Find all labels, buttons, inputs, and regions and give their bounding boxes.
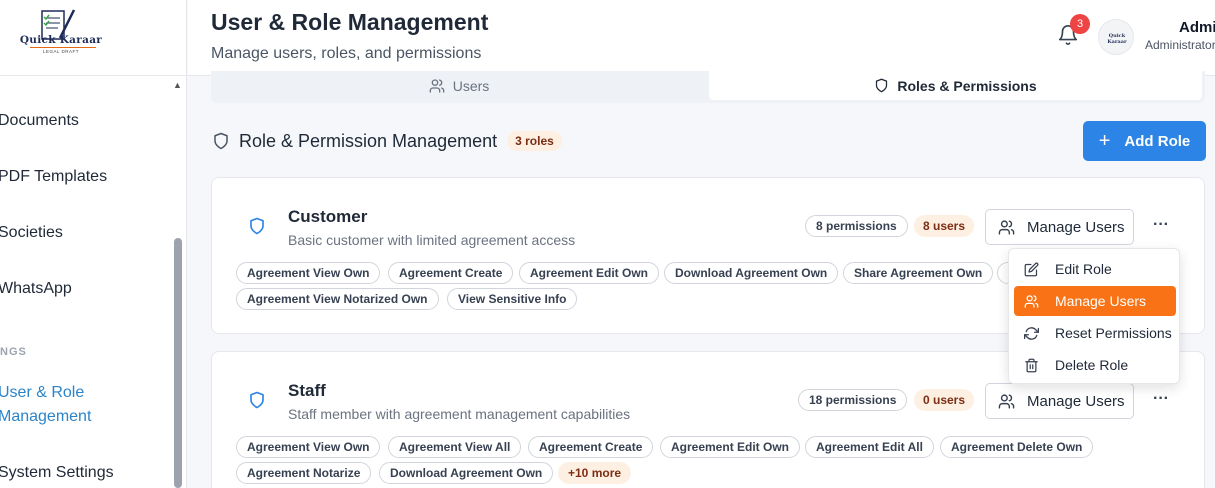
role-shield-icon (248, 216, 266, 236)
top-header: User & Role Management Manage users, rol… (188, 0, 1215, 76)
menu-item-edit-role[interactable]: Edit Role (1014, 254, 1176, 284)
more-permissions-badge[interactable]: +10 more (558, 462, 632, 484)
avatar-brand-text: Quick Karaar (1107, 33, 1127, 45)
user-role: Administrator (1145, 38, 1215, 52)
manage-users-label: Manage Users (1027, 218, 1125, 236)
tab-users-label: Users (452, 77, 490, 94)
page-subtitle: Manage users, roles, and permissions (211, 45, 482, 62)
role-name: Staff (288, 381, 326, 400)
users-icon (998, 393, 1015, 409)
shield-icon (876, 78, 888, 93)
permission-tag: Agreement Edit Own (519, 262, 660, 284)
sidebar-section-label: NGS (0, 346, 27, 358)
permission-tag: View Sensitive Info (447, 288, 578, 310)
tab-bar: Users Roles & Permissions (211, 71, 1205, 103)
tab-roles-label: Roles & Permissions (897, 77, 1037, 94)
add-role-button[interactable]: + Add Role (1083, 121, 1206, 161)
permissions-count-badge: 8 permissions (805, 215, 908, 237)
manage-users-button[interactable]: Manage Users (985, 383, 1134, 419)
app-root: Quick Karaar LEGAL DRAFT ▲ Documents PDF… (0, 0, 1215, 488)
users-icon (429, 78, 445, 93)
sidebar-item-pdf-templates[interactable]: PDF Templates (0, 168, 107, 186)
sidebar-scrollbar[interactable] (174, 238, 182, 488)
users-icon (998, 219, 1015, 235)
refresh-icon (1024, 326, 1039, 340)
permission-tag: Agreement View Own (236, 262, 381, 284)
section-header: Role & Permission Management 3 roles (212, 127, 562, 155)
permission-tag: Share Agreement Own (843, 262, 994, 284)
manage-users-label: Manage Users (1027, 392, 1125, 410)
menu-item-reset-permissions[interactable]: Reset Permissions (1014, 318, 1176, 348)
brand-divider (30, 47, 96, 48)
sidebar-item-system-settings[interactable]: System Settings (0, 464, 114, 482)
permission-tag: Agreement Create (388, 262, 514, 284)
menu-item-label: Manage Users (1055, 293, 1147, 309)
permission-tag: Agreement Edit Own (660, 436, 801, 458)
role-description: Staff member with agreement management c… (288, 406, 631, 422)
sidebar-item-whatsapp[interactable]: WhatsApp (0, 280, 72, 298)
tab-roles-permissions[interactable]: Roles & Permissions (709, 71, 1202, 100)
brand-tagline: LEGAL DRAFT (42, 49, 80, 54)
role-actions-dropdown: Edit Role Manage Users Reset Permissions… (1008, 248, 1180, 384)
avatar[interactable]: Quick Karaar (1098, 19, 1134, 55)
permission-tag: Agreement View Own (236, 436, 381, 458)
permissions-count-badge: 18 permissions (798, 389, 908, 411)
section-title: Role & Permission Management (239, 130, 498, 151)
roles-count-badge: 3 roles (507, 131, 562, 151)
permission-tag: Agreement Edit All (805, 436, 934, 458)
edit-icon (1024, 262, 1039, 276)
brand-name: Quick Karaar (19, 34, 103, 46)
shield-icon (214, 132, 228, 150)
sidebar-item-label-line1: User & Role (0, 384, 85, 401)
sidebar-item-user-role-management[interactable]: User & Role Management (0, 381, 91, 429)
users-icon (1024, 294, 1039, 308)
menu-item-label: Delete Role (1055, 357, 1129, 373)
brand-logo[interactable]: Quick Karaar LEGAL DRAFT (0, 0, 186, 76)
role-shield-icon (248, 390, 266, 410)
menu-item-delete-role[interactable]: Delete Role (1014, 350, 1176, 380)
users-count-badge: 8 users (914, 215, 975, 237)
permission-tag: Agreement Delete Own (940, 436, 1094, 458)
trash-icon (1025, 358, 1038, 372)
menu-item-label: Reset Permissions (1055, 325, 1172, 341)
permission-tag: Agreement Notarize (236, 462, 372, 484)
role-name: Customer (288, 207, 368, 226)
page-title: User & Role Management (211, 9, 489, 35)
user-name[interactable]: Admin (1179, 19, 1215, 36)
menu-item-manage-users[interactable]: Manage Users (1014, 286, 1176, 316)
add-role-label: Add Role (1124, 132, 1191, 150)
more-options-icon[interactable]: ··· (1152, 217, 1170, 238)
manage-users-button[interactable]: Manage Users (985, 209, 1134, 245)
role-description: Basic customer with limited agreement ac… (288, 232, 576, 248)
permission-tag: Download Agreement Own (379, 462, 554, 484)
sidebar-item-societies[interactable]: Societies (0, 224, 63, 242)
permission-tag: Agreement View All (388, 436, 522, 458)
users-count-badge: 0 users (914, 389, 975, 411)
sidebar: Quick Karaar LEGAL DRAFT ▲ Documents PDF… (0, 0, 187, 488)
sidebar-item-documents[interactable]: Documents (0, 112, 79, 130)
scroll-up-arrow-icon[interactable]: ▲ (173, 80, 182, 90)
permission-tag: Agreement Create (528, 436, 654, 458)
plus-icon: + (1098, 130, 1111, 152)
menu-item-label: Edit Role (1055, 261, 1112, 277)
more-options-icon[interactable]: ··· (1152, 391, 1170, 412)
permission-tag: Agreement View Notarized Own (236, 288, 439, 310)
permission-tag: Download Agreement Own (664, 262, 839, 284)
tab-users[interactable]: Users (211, 71, 707, 100)
notification-count-badge: 3 (1070, 14, 1090, 34)
sidebar-item-label-line2: Management (0, 408, 92, 425)
